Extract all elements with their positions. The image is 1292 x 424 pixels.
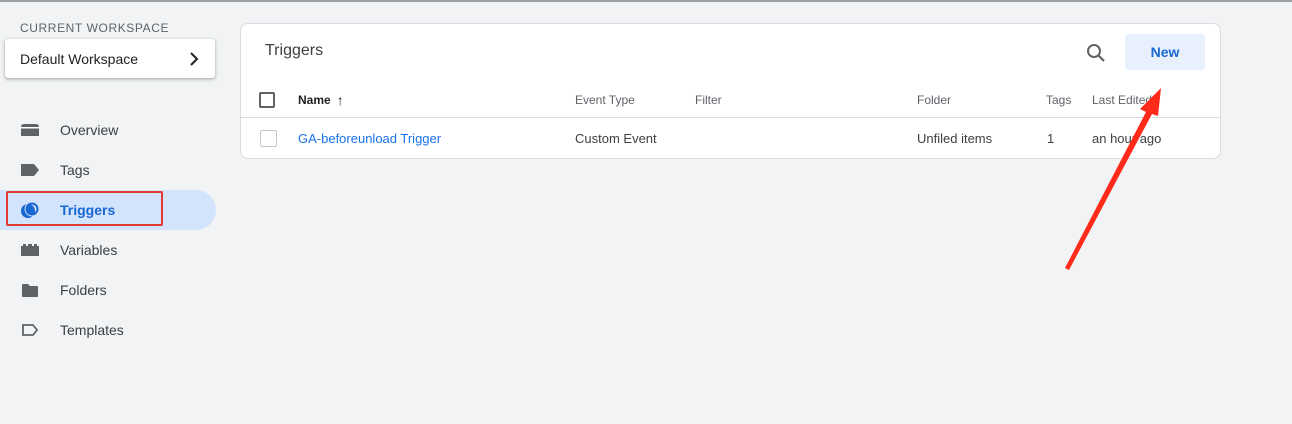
- trigger-last-edited: an hour ago: [1092, 130, 1162, 146]
- table-header: Name ↑ Event Type Filter Folder Tags Las…: [241, 82, 1220, 118]
- sidebar-item-label: Tags: [60, 162, 90, 178]
- variables-icon: [20, 240, 40, 260]
- column-header-folder[interactable]: Folder: [917, 82, 951, 117]
- sidebar-item-folders[interactable]: Folders: [0, 270, 216, 310]
- trigger-folder: Unfiled items: [917, 130, 993, 146]
- trigger-event-type: Custom Event: [575, 130, 657, 146]
- overview-icon: [20, 120, 40, 140]
- workspace-name: Default Workspace: [20, 50, 139, 67]
- select-all-cell: [259, 82, 275, 117]
- trigger-icon: [20, 200, 40, 220]
- triggers-card: Triggers New Name ↑ Event Type Filter Fo…: [240, 23, 1221, 159]
- sidebar-item-label: Overview: [60, 122, 119, 138]
- column-header-event-type[interactable]: Event Type: [575, 82, 635, 117]
- search-button[interactable]: [1083, 40, 1109, 66]
- sidebar-item-tags[interactable]: Tags: [0, 150, 216, 190]
- column-header-last-edited[interactable]: Last Edited: [1092, 82, 1152, 117]
- column-header-label: Name: [298, 92, 331, 107]
- row-checkbox[interactable]: [260, 129, 277, 147]
- template-icon: [20, 320, 40, 340]
- chevron-right-icon: [190, 51, 199, 66]
- workspace-selector[interactable]: Default Workspace: [5, 39, 215, 78]
- new-trigger-button[interactable]: New: [1125, 34, 1205, 70]
- sidebar-item-triggers[interactable]: Triggers: [0, 190, 216, 230]
- sidebar-nav: Overview Tags Triggers Variables Folders…: [0, 110, 216, 350]
- sidebar-item-label: Folders: [60, 282, 107, 298]
- workspace-label: CURRENT WORKSPACE: [20, 21, 170, 35]
- page-title: Triggers: [265, 42, 324, 59]
- sidebar-item-label: Templates: [60, 322, 124, 338]
- table-row[interactable]: GA-beforeunload Trigger Custom Event Unf…: [241, 119, 1220, 157]
- sidebar-item-templates[interactable]: Templates: [0, 310, 216, 350]
- row-checkbox-cell: [260, 119, 277, 157]
- window-top-border: [0, 0, 1292, 2]
- trigger-tags-count: 1: [1047, 130, 1055, 146]
- column-header-tags[interactable]: Tags: [1046, 82, 1071, 117]
- folder-icon: [20, 280, 40, 300]
- column-header-filter[interactable]: Filter: [695, 82, 722, 117]
- sort-ascending-icon: ↑: [336, 91, 344, 108]
- sidebar-item-label: Variables: [60, 242, 118, 258]
- sidebar-item-variables[interactable]: Variables: [0, 230, 216, 270]
- column-header-name[interactable]: Name ↑: [298, 82, 344, 117]
- sidebar-item-overview[interactable]: Overview: [0, 110, 216, 150]
- sidebar-item-label: Triggers: [60, 202, 116, 218]
- search-icon: [1087, 44, 1105, 62]
- trigger-name-link[interactable]: GA-beforeunload Trigger: [298, 119, 441, 157]
- tag-icon: [20, 160, 40, 180]
- select-all-checkbox[interactable]: [259, 91, 275, 108]
